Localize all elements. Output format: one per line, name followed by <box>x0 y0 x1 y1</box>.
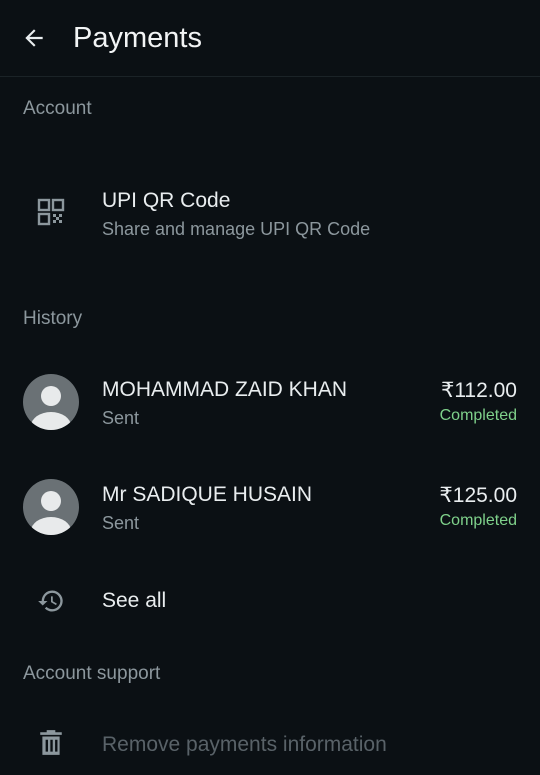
default-avatar-icon <box>31 491 71 535</box>
default-avatar-icon <box>31 386 71 430</box>
avatar <box>23 374 79 430</box>
payment-direction: Sent <box>102 513 140 533</box>
section-label-account: Account <box>23 98 92 119</box>
app-bar: Payments <box>0 0 540 77</box>
section-label-account-support: Account support <box>23 663 161 684</box>
history-item[interactable]: Mr SADIQUE HUSAIN Sent ₹125.00 Completed <box>0 465 540 549</box>
remove-payments-info-label: Remove payments information <box>102 733 387 756</box>
payee-name: Mr SADIQUE HUSAIN <box>102 483 313 506</box>
see-all-label: See all <box>102 589 167 612</box>
history-item[interactable]: MOHAMMAD ZAID KHAN Sent ₹112.00 Complete… <box>0 360 540 444</box>
arrow-left-icon <box>25 29 43 47</box>
payment-direction: Sent <box>102 408 140 428</box>
remove-payments-info-button[interactable]: Remove payments information <box>0 715 540 775</box>
trash-icon <box>40 730 62 755</box>
back-button[interactable] <box>16 20 52 56</box>
section-label-history: History <box>23 308 83 329</box>
payee-name: MOHAMMAD ZAID KHAN <box>102 378 348 401</box>
qr-code-icon <box>37 198 65 226</box>
upi-qr-code-title: UPI QR Code <box>102 189 231 212</box>
payment-status: Completed <box>439 407 517 424</box>
payment-amount: ₹125.00 <box>439 484 517 507</box>
payment-amount: ₹112.00 <box>440 379 517 402</box>
avatar <box>23 479 79 535</box>
upi-qr-code-row[interactable]: UPI QR Code Share and manage UPI QR Code <box>0 168 540 260</box>
upi-qr-code-subtitle: Share and manage UPI QR Code <box>102 219 371 239</box>
history-icon <box>38 590 63 612</box>
page-title: Payments <box>73 22 202 54</box>
payment-status: Completed <box>439 512 517 529</box>
see-all-button[interactable]: See all <box>0 570 540 632</box>
